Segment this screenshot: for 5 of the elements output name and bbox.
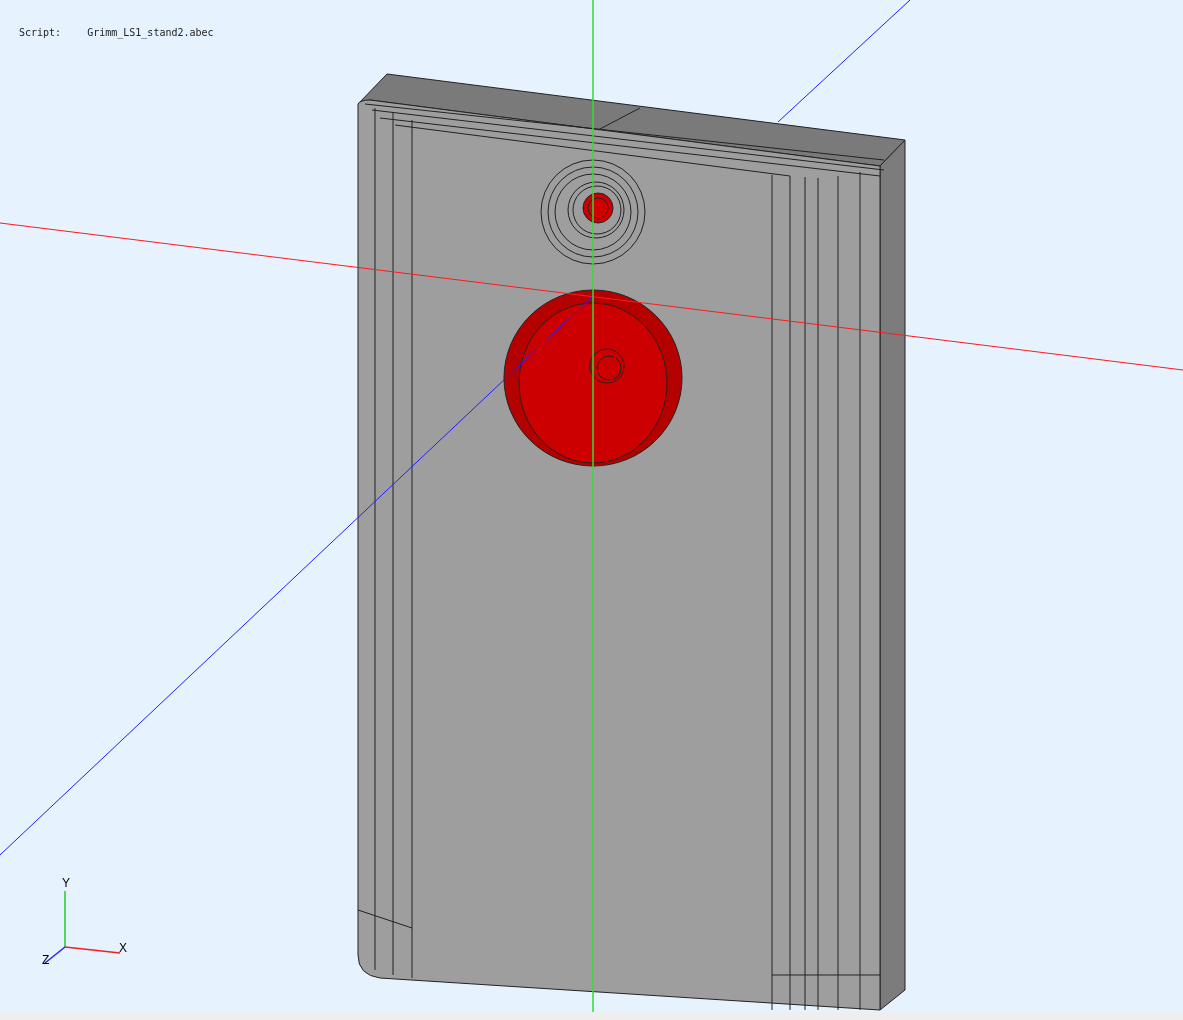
y-axis-label: Y xyxy=(62,877,70,889)
z-axis-label: Z xyxy=(42,954,50,966)
x-axis-label: X xyxy=(119,942,127,954)
script-filename: Grimm_LS1_stand2.abec xyxy=(87,26,214,40)
script-label: Script: xyxy=(19,26,62,40)
